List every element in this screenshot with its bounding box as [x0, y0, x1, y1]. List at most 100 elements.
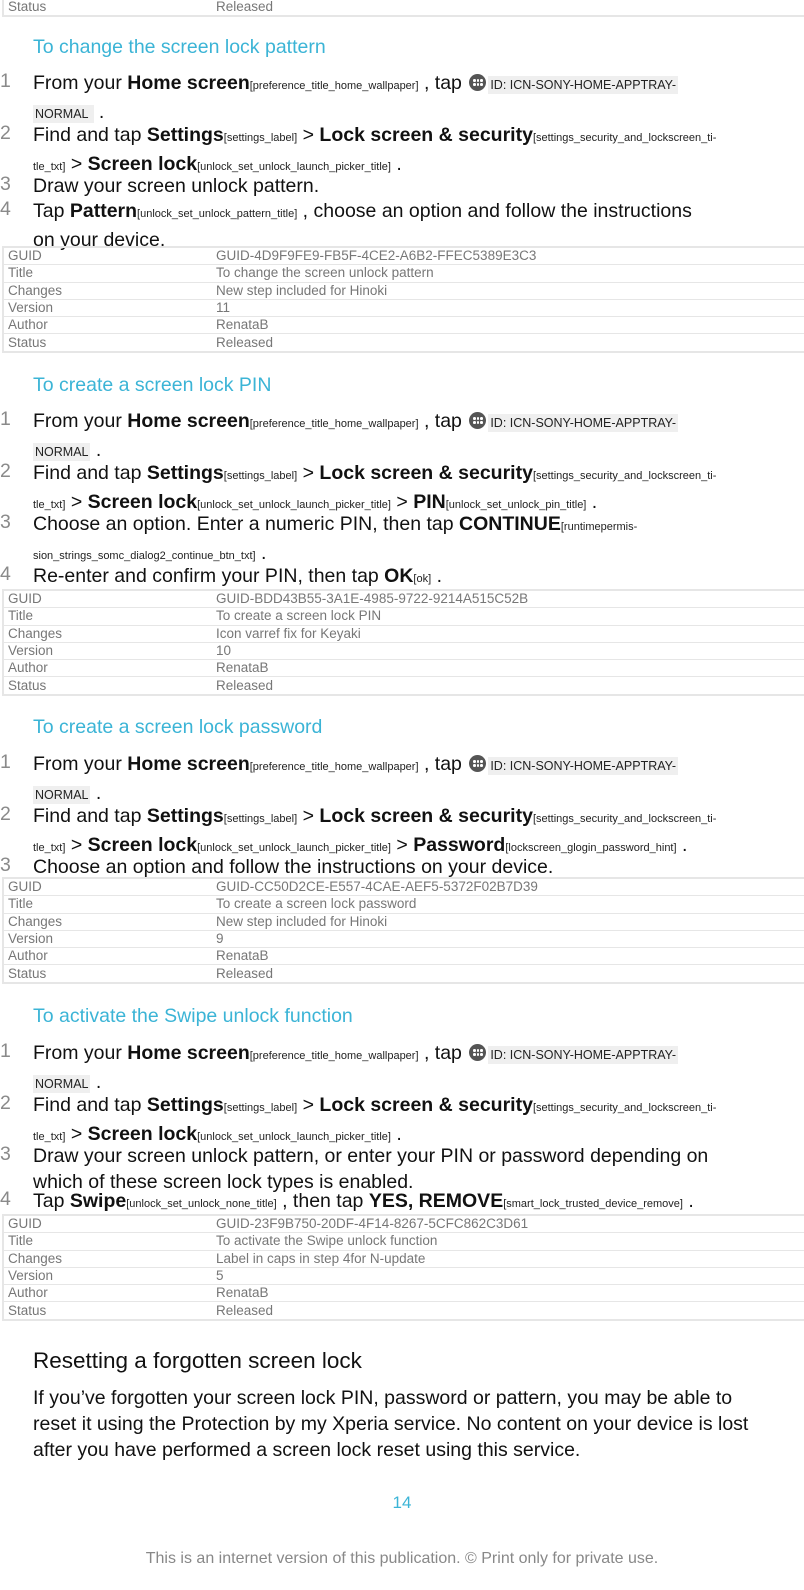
meta-value: 9: [212, 930, 804, 949]
meta-value: New step included for Hinoki: [212, 913, 804, 931]
step-text-run: Draw your screen unlock pattern, or ente…: [33, 1145, 709, 1167]
step-text: Find and tap Settings[settings_label] > …: [33, 1092, 773, 1150]
string-ref: [settings_label]: [223, 470, 298, 482]
ui-label: Settings: [146, 462, 224, 484]
meta-key: Changes: [3, 1250, 212, 1268]
string-ref: tle_txt]: [33, 1131, 66, 1143]
meta-key: Status: [8, 334, 47, 350]
meta-value: GUID-BDD43B55-3A1E-4985-9722-9214A515C52…: [212, 590, 804, 609]
meta-key: GUID: [3, 1215, 212, 1234]
step-text-run: .: [90, 1071, 102, 1093]
reset-paragraph: If you’ve forgotten your screen lock PIN…: [33, 1385, 803, 1463]
meta-value: New step included for Hinoki: [212, 282, 804, 300]
step-text-run: .: [390, 1123, 402, 1145]
step-text-run: >: [390, 491, 414, 513]
step-number: 1: [0, 1040, 11, 1062]
table-row: Title To activate the Swipe unlock functi…: [3, 1232, 804, 1251]
string-ref: [unlock_set_unlock_launch_picker_title]: [197, 161, 391, 173]
table-row: Title To create a screen lock password: [3, 895, 804, 914]
step-number: 3: [0, 173, 11, 195]
ui-label: YES, REMOVE: [368, 1190, 504, 1212]
ui-label: Home screen: [127, 1042, 250, 1064]
meta-value: Label in caps in step 4for N-update: [212, 1250, 804, 1268]
meta-key: Status: [8, 677, 47, 693]
table-row: GUID GUID-4D9F9FE9-FB5F-4CE2-A6B2-FFEC538…: [3, 247, 804, 266]
section-title: To change the screen lock pattern: [33, 36, 326, 58]
step-text-run: Choose an option and follow the instruct…: [33, 856, 554, 878]
section-title: To activate the Swipe unlock function: [33, 1005, 353, 1027]
string-ref: [settings_security_and_lockscreen_ti-: [532, 470, 717, 482]
step-text-run: >: [297, 805, 320, 827]
meta-key: Author: [3, 659, 212, 678]
ui-label: Settings: [146, 1094, 224, 1116]
meta-value: 10: [212, 642, 804, 661]
step-text-run: Tap: [33, 200, 70, 222]
step-text-run: .: [90, 782, 102, 804]
table-row: Author RenataB: [3, 316, 804, 335]
table-row: GUID GUID-CC50D2CE-E557-4CAE-AEF5-5372F02…: [3, 878, 804, 897]
string-ref: [lockscreen_glogin_password_hint]: [505, 842, 677, 854]
meta-value: Released: [216, 1302, 274, 1318]
table-row: Author RenataB: [3, 947, 804, 966]
step-number: 1: [0, 70, 11, 92]
meta-value: Released: [216, 0, 274, 15]
step-text-run: .: [93, 101, 105, 123]
step-number: 3: [0, 854, 11, 876]
meta-value: Released: [216, 334, 274, 350]
step-text-run: Find and tap: [33, 462, 147, 484]
meta-key: GUID: [3, 590, 212, 609]
ui-label: Home screen: [127, 753, 250, 775]
meta-value: GUID-CC50D2CE-E557-4CAE-AEF5-5372F02B7D3…: [212, 878, 804, 897]
table-row: Version 5: [3, 1267, 804, 1286]
meta-value: GUID-4D9F9FE9-FB5F-4CE2-A6B2-FFEC5389E3C…: [212, 247, 804, 266]
step-text: Find and tap Settings[settings_label] > …: [33, 122, 773, 180]
icon-id-label: ID: ICN-SONY-HOME-APPTRAY-: [488, 1046, 678, 1064]
table-row: Changes New step included for Hinoki: [3, 913, 804, 931]
string-ref: [unlock_set_unlock_launch_picker_title]: [197, 1131, 391, 1143]
reset-line: after you have performed a screen lock r…: [33, 1439, 581, 1461]
meta-key: Status: [8, 1302, 47, 1318]
step-text-run: , tap: [418, 72, 468, 94]
reset-heading: Resetting a forgotten screen lock: [33, 1348, 362, 1373]
step-text-run: Draw your screen unlock pattern.: [33, 175, 320, 197]
meta-value: 5: [212, 1267, 804, 1286]
meta-value: RenataB: [212, 947, 804, 966]
step-text: From your Home screen[preference_title_h…: [33, 1040, 773, 1097]
meta-value: To activate the Swipe unlock function: [212, 1232, 804, 1251]
string-ref: [unlock_set_unlock_none_title]: [126, 1198, 277, 1210]
meta-value: Icon varref fix for Keyaki: [212, 625, 804, 643]
string-ref: sion_strings_somc_dialog2_continue_btn_t…: [33, 550, 256, 562]
string-ref: [runtimepermis-: [560, 521, 638, 533]
step-number: 2: [0, 122, 11, 144]
table-row: Changes New step included for Hinoki: [3, 282, 804, 300]
string-ref: [settings_security_and_lockscreen_ti-: [532, 1102, 717, 1114]
metadata-table: GUID GUID-4D9F9FE9-FB5F-4CE2-A6B2-FFEC538…: [2, 246, 804, 353]
step-number: 3: [0, 511, 11, 533]
icon-id-label: ID: ICN-SONY-HOME-APPTRAY-: [488, 414, 678, 432]
table-row: Changes Label in caps in step 4for N-upda…: [3, 1250, 804, 1268]
section-title: To create a screen lock PIN: [33, 374, 272, 396]
icon-id-label: NORMAL: [33, 443, 91, 461]
icon-id-label: NORMAL: [33, 786, 91, 804]
apptray-icon: [469, 755, 487, 772]
string-ref: [preference_title_home_wallpaper]: [249, 418, 419, 430]
step-text-run: .: [90, 439, 102, 461]
step-number: 4: [0, 563, 11, 585]
step-text-run: >: [297, 124, 320, 146]
table-row: Title To create a screen lock PIN: [3, 607, 804, 626]
ui-label: Screen lock: [87, 153, 198, 175]
ui-label: Pattern: [69, 200, 138, 222]
ui-label: Swipe: [69, 1190, 127, 1212]
step-text-run: Find and tap: [33, 805, 147, 827]
table-row: Title To change the screen unlock pattern: [3, 264, 804, 283]
table-row: GUID GUID-BDD43B55-3A1E-4985-9722-9214A51…: [3, 590, 804, 609]
table-row: Version 11: [3, 299, 804, 318]
step-text-run: >: [65, 834, 88, 856]
table-row: Author RenataB: [3, 1284, 804, 1303]
string-ref: [unlock_set_unlock_pin_title]: [445, 499, 587, 511]
footer-notice: This is an internet version of this publ…: [145, 1550, 659, 1567]
ui-label: Settings: [146, 805, 224, 827]
step-text-run: , tap: [418, 410, 468, 432]
step-text: Draw your screen unlock pattern.: [33, 173, 773, 199]
meta-key: Title: [3, 264, 212, 283]
